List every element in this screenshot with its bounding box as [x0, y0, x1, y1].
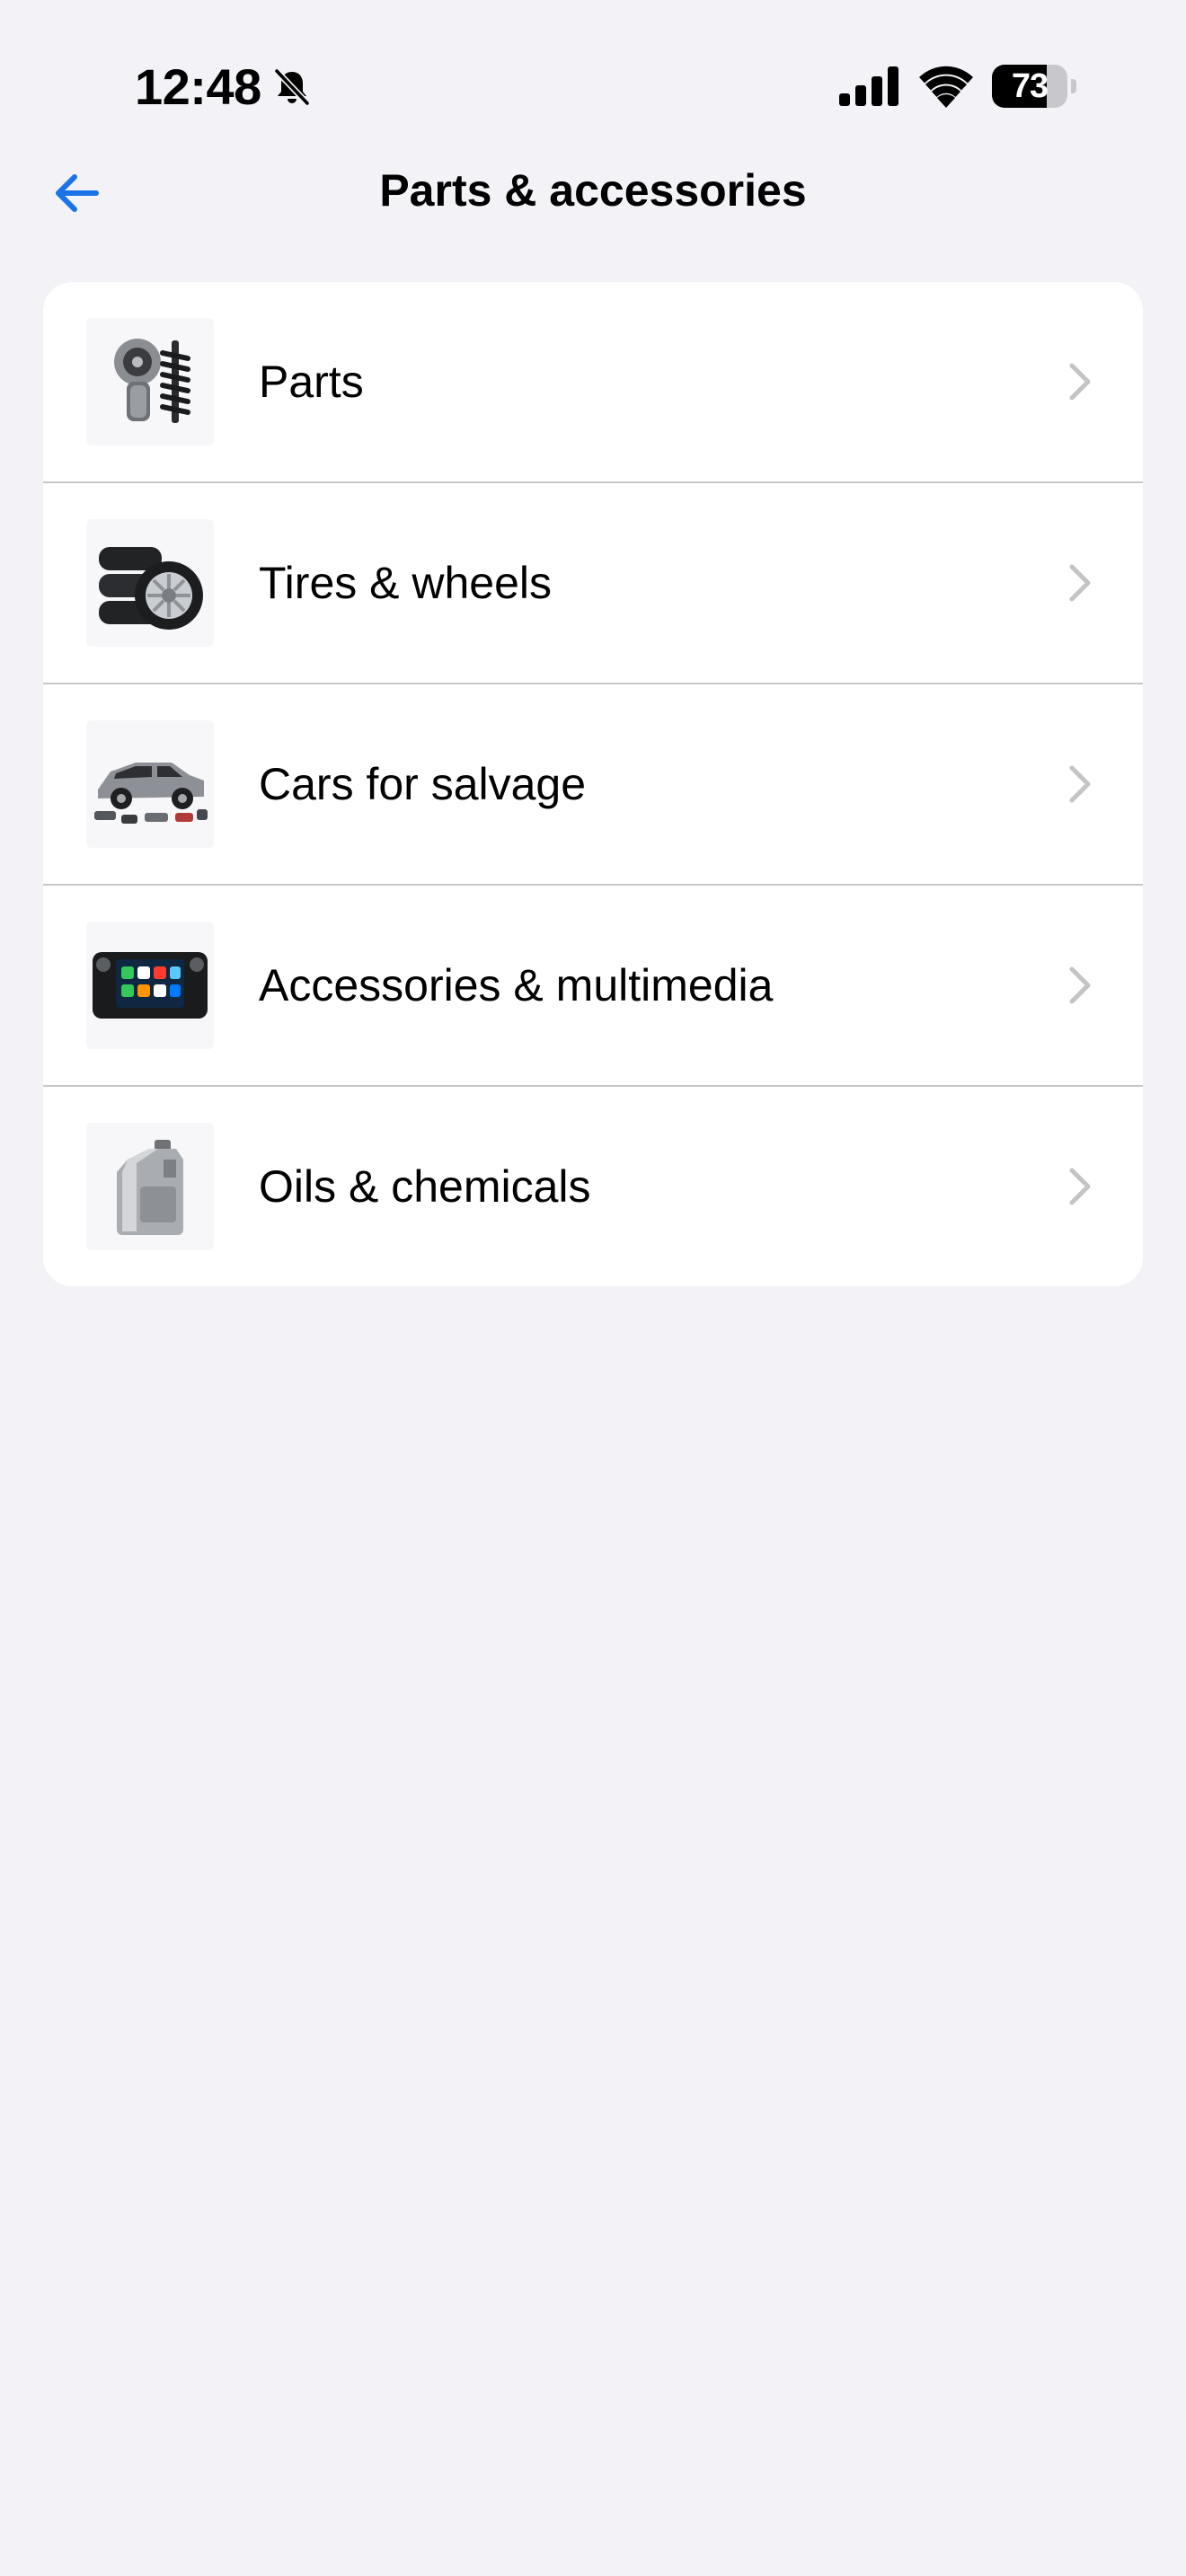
chevron-right-icon [1069, 564, 1091, 602]
category-item-oils-chemicals[interactable]: Oils & chemicals [43, 1085, 1143, 1286]
battery-indicator: 73 [992, 65, 1076, 108]
car-multimedia-icon [86, 922, 214, 1049]
category-label: Accessories & multimedia [259, 960, 774, 1010]
battery-percent: 73 [1011, 67, 1049, 105]
page-title: Parts & accessories [379, 165, 807, 216]
status-time: 12:48 [135, 58, 261, 115]
oil-canister-icon [86, 1123, 214, 1250]
cellular-signal-icon [839, 66, 898, 106]
bell-slash-icon [274, 68, 310, 106]
chevron-right-icon [1069, 765, 1091, 803]
auto-parts-icon [86, 318, 214, 446]
battery-icon: 73 [992, 65, 1067, 108]
wifi-icon [919, 66, 973, 108]
category-item-cars-for-salvage[interactable]: Cars for salvage [43, 683, 1143, 884]
battery-cap [1071, 79, 1076, 93]
chevron-right-icon [1069, 363, 1091, 401]
category-item-parts[interactable]: Parts [43, 282, 1143, 481]
category-label: Parts [259, 357, 364, 407]
chevron-right-icon [1069, 1168, 1091, 1205]
navigation-bar: Parts & accessories [0, 144, 1186, 225]
category-label: Cars for salvage [259, 759, 587, 809]
category-item-accessories-multimedia[interactable]: Accessories & multimedia [43, 884, 1143, 1085]
category-label: Oils & chemicals [259, 1161, 591, 1212]
salvage-car-icon [86, 720, 214, 848]
category-label: Tires & wheels [259, 558, 553, 608]
category-list: Parts Tires & wheels Cars for salvage Ac… [43, 282, 1143, 1286]
status-bar: 12:48 73 [0, 0, 1186, 153]
chevron-right-icon [1069, 966, 1091, 1004]
category-item-tires-wheels[interactable]: Tires & wheels [43, 481, 1143, 683]
tires-wheels-icon [86, 519, 214, 647]
